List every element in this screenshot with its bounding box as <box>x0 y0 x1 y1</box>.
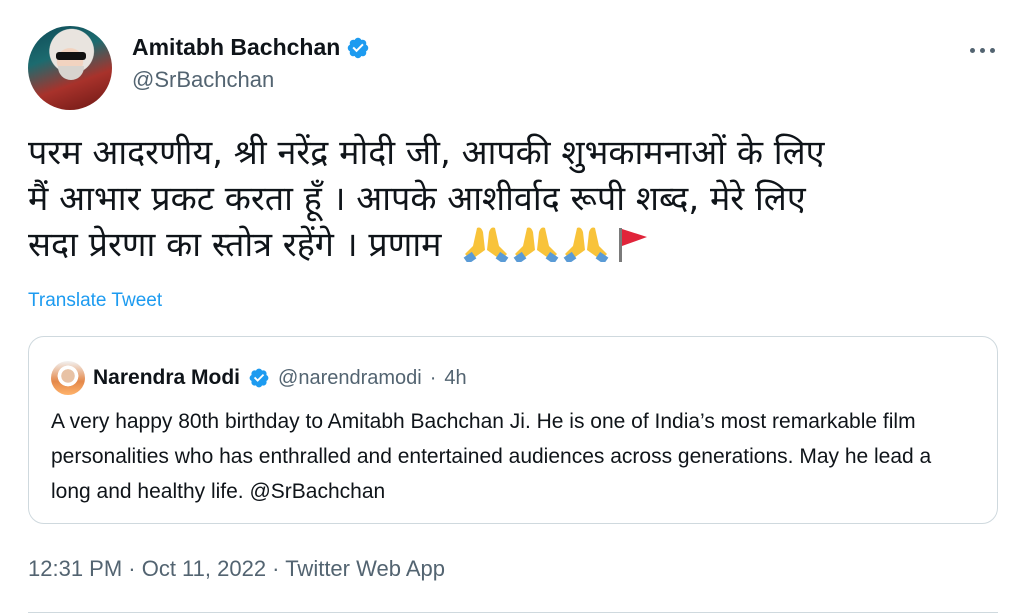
tweet-card: Amitabh Bachchan @SrBachchan परम आदरणीय,… <box>0 0 1024 615</box>
author-display-name[interactable]: Amitabh Bachchan <box>132 34 340 61</box>
verified-badge-icon <box>249 368 269 388</box>
divider <box>28 612 998 613</box>
more-options-icon[interactable] <box>966 40 998 60</box>
tweet-text: परम आदरणीय, श्री नरेंद्र मोदी जी, आपकी श… <box>28 133 825 265</box>
quoted-tweet-age: 4h <box>444 366 467 389</box>
author-handle[interactable]: @SrBachchan <box>132 67 370 93</box>
folded-hands-icon <box>514 227 559 262</box>
folded-hands-icon <box>564 227 609 262</box>
quoted-tweet[interactable]: Narendra Modi @narendramodi · 4h A very … <box>28 336 998 524</box>
more-dot <box>979 47 985 53</box>
translate-tweet-link[interactable]: Translate Tweet <box>28 290 162 312</box>
avatar-beard <box>58 66 84 80</box>
author-name-block: Amitabh Bachchan @SrBachchan <box>132 34 370 93</box>
author-avatar[interactable] <box>28 26 112 110</box>
more-dot <box>989 47 995 53</box>
tweet-header: Amitabh Bachchan @SrBachchan <box>28 26 998 110</box>
quoted-tweet-header: Narendra Modi @narendramodi · 4h <box>51 361 467 395</box>
triangular-flag-icon <box>619 228 648 262</box>
tweet-body: परम आदरणीय, श्री नरेंद्र मोदी जी, आपकी श… <box>28 130 998 268</box>
quoted-author-handle: @narendramodi <box>278 366 422 389</box>
avatar-glasses <box>56 52 86 60</box>
author-name-row: Amitabh Bachchan <box>132 34 370 61</box>
tweet-timestamp[interactable]: 12:31 PM · Oct 11, 2022 · Twitter Web Ap… <box>28 556 445 582</box>
verified-badge-icon <box>348 37 369 58</box>
more-dot <box>969 47 975 53</box>
meta-separator: · <box>429 366 437 389</box>
emoji-row <box>463 224 653 264</box>
quoted-tweet-text: A very happy 80th birthday to Amitabh Ba… <box>51 410 932 503</box>
quoted-author-display-name: Narendra Modi <box>93 366 241 389</box>
quoted-author-avatar <box>51 361 85 395</box>
folded-hands-icon <box>464 227 509 262</box>
